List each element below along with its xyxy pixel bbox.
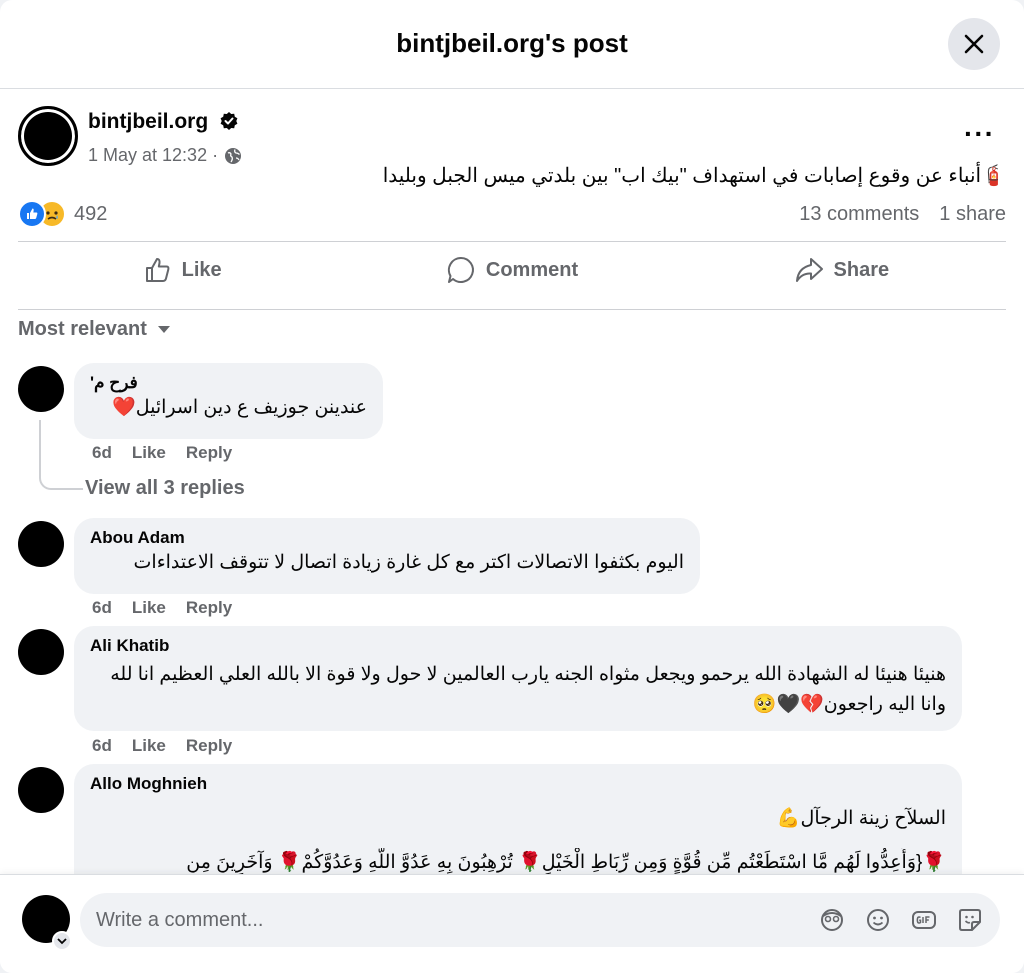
comment-like-link[interactable]: Like [132,443,166,463]
thumbs-up-icon [145,258,170,282]
post-actions: Like Comment Share [18,242,1006,298]
share-arrow-icon [795,258,823,282]
comments-count[interactable]: 13 comments [799,203,919,226]
sticker-icon [959,909,981,931]
sort-label: Most relevant [18,318,147,340]
reaction-summary[interactable]: 492 [18,200,107,228]
commenter-name[interactable]: Ali Khatib [90,636,946,656]
commenter-name[interactable]: Allo Moghnieh [90,774,946,794]
comment-text: السلآح زينة الرجآل💪 [776,808,946,829]
comment-actions: 6d Like Reply [92,598,232,618]
like-reaction-icon [18,200,46,228]
engagement-counts: 13 comments 1 share [799,203,1006,226]
post-meta: 1 May at 12:32 · [88,145,242,166]
comment-text: اليوم بكثفوا الاتصالات اكتر مع كل غارة ز… [133,552,684,573]
comment-bubble: Abou Adam اليوم بكثفوا الاتصالات اكتر مع… [74,518,700,594]
comment-actions: 6d Like Reply [92,736,232,756]
commenter-name[interactable]: فرح م' [90,373,367,393]
comment-composer [0,874,1024,973]
like-label: Like [181,258,222,281]
comment-bubble: فرح م' عندينن جوزيف ع دين اسرائيل❤️ [74,363,383,439]
comment-text: هنيئا هنيئا له الشهادة الله يرحمو ويجعل … [110,664,946,715]
commenter-avatar[interactable] [18,521,64,567]
comment-sort-dropdown[interactable]: Most relevant [18,318,171,341]
comment-reply-link[interactable]: Reply [186,736,232,756]
dialog-header: bintjbeil.org's post [0,0,1024,89]
emoji-button[interactable] [864,906,892,934]
comment-like-link[interactable]: Like [132,598,166,618]
commenter-avatar[interactable] [18,767,64,813]
comment-input[interactable] [96,893,796,947]
comment-reply-link[interactable]: Reply [186,443,232,463]
smiley-icon [867,909,889,931]
divider [18,309,1006,310]
globe-icon [225,147,242,164]
caret-down-icon [157,325,170,333]
reaction-count: 492 [74,202,108,225]
share-button[interactable]: Share [677,242,1006,298]
sticker-button[interactable] [956,906,984,934]
comment-input-box [80,893,1000,947]
more-options-button[interactable]: ··· [964,118,995,150]
gif-button[interactable] [910,906,938,934]
view-replies-link[interactable]: View all 3 replies [85,477,245,500]
comment-reply-link[interactable]: Reply [186,598,232,618]
dialog-title: bintjbeil.org's post [396,28,628,58]
comment-text: عندينن جوزيف ع دين اسرائيل❤️ [112,397,367,418]
comment-like-link[interactable]: Like [132,736,166,756]
comment-bubble-icon [447,256,474,283]
comment-time[interactable]: 6d [92,598,112,618]
post-timestamp[interactable]: 1 May at 12:32 · [88,145,218,166]
comment-bubble: Ali Khatib هنيئا هنيئا له الشهادة الله ي… [74,626,962,731]
close-button[interactable] [948,18,1000,70]
reply-thread-line [39,420,83,490]
post-text: 🧯أنباء عن وقوع إصابات في استهداف "بيك اب… [382,165,1006,187]
close-icon [964,34,984,54]
comment-time[interactable]: 6d [92,443,112,463]
profile-switch-button[interactable] [52,931,72,951]
post-author[interactable]: bintjbeil.org [88,110,208,134]
page-avatar[interactable] [18,106,78,166]
comment-label: Comment [485,258,579,281]
gif-icon [912,911,936,929]
avatar-face-icon [821,909,843,931]
commenter-avatar[interactable] [18,629,64,675]
comment-button[interactable]: Comment [347,242,676,298]
composer-tools [818,906,984,934]
commenter-name[interactable]: Abou Adam [90,528,684,548]
comment-actions: 6d Like Reply [92,443,232,463]
comment-time[interactable]: 6d [92,736,112,756]
avatar-sticker-button[interactable] [818,906,846,934]
chevron-down-icon [57,938,67,945]
verified-badge-icon [220,112,238,130]
share-label: Share [833,258,890,281]
commenter-avatar[interactable] [18,366,64,412]
post-dialog: bintjbeil.org's post bintjbeil.org 1 May… [0,0,1024,973]
shares-count[interactable]: 1 share [939,203,1006,226]
like-button[interactable]: Like [18,242,347,298]
